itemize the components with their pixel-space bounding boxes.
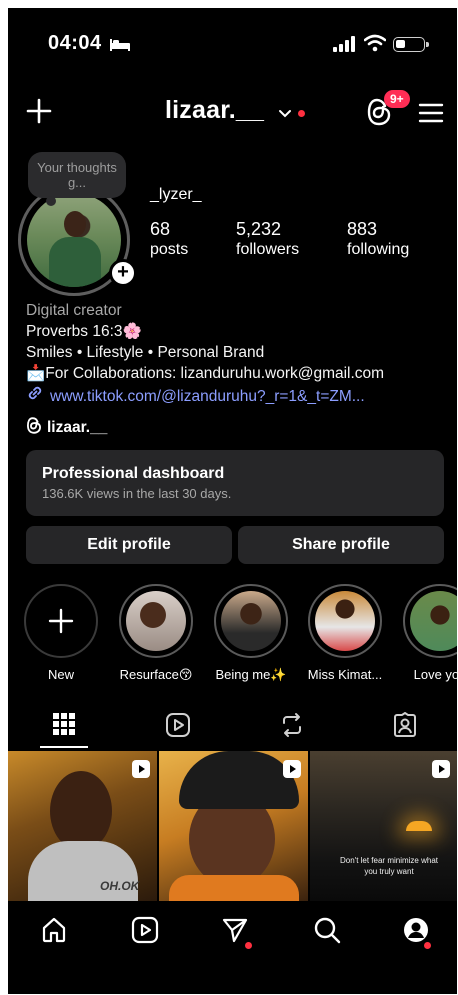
wifi-icon <box>363 34 387 57</box>
edit-profile-button[interactable]: Edit profile <box>26 526 232 564</box>
status-time: 04:04 <box>48 32 102 54</box>
highlight-miss-kimat[interactable]: Miss Kimat... <box>306 584 384 682</box>
highlight-label: Miss Kimat... <box>307 667 383 682</box>
posts-grid: OH.OK Don't let fear minimize what you t… <box>8 751 457 901</box>
following-count: 883 <box>347 219 378 239</box>
bio-line: 📩For Collaborations: lizanduruhu.work@gm… <box>26 365 385 382</box>
highlight-being-me[interactable]: Being me✨ <box>212 584 290 683</box>
hamburger-menu-icon[interactable] <box>418 102 444 129</box>
highlight-label: New <box>47 667 74 682</box>
highlight-label: Resurface😚 <box>119 667 193 682</box>
chevron-down-icon[interactable] <box>278 106 292 124</box>
highlight-new[interactable]: New <box>22 584 100 682</box>
sleep-focus-icon <box>109 38 131 57</box>
note-bubble[interactable]: Your thoughts g... <box>28 152 126 206</box>
plus-icon <box>26 586 96 656</box>
highlight-love-you[interactable]: Love you <box>401 584 457 682</box>
highlight-resurface[interactable]: Resurface😚 <box>117 584 195 683</box>
post-photo-subject <box>50 771 112 851</box>
tagged-tab-icon[interactable] <box>392 711 418 743</box>
profile-header: lizaar.__ 9+ <box>8 88 457 138</box>
highlight-cover <box>315 591 375 651</box>
profile-avatar[interactable]: + <box>18 184 137 296</box>
home-icon[interactable] <box>40 916 68 949</box>
post-photo-subject <box>179 751 299 809</box>
following-label: following <box>347 241 410 258</box>
highlight-ring <box>214 584 288 658</box>
active-tab-indicator <box>40 746 88 748</box>
highlight-ring <box>119 584 193 658</box>
search-icon[interactable] <box>313 916 341 949</box>
cellular-signal-icon <box>333 36 355 57</box>
phone-screen: 04:04 lizaar.__ 9+ + Your thoughts g... … <box>8 8 457 994</box>
profile-display-name: _lyzer_ <box>150 186 202 203</box>
bottom-navigation <box>8 904 457 994</box>
following-stat[interactable]: 883 following <box>347 218 409 260</box>
notification-badge: 9+ <box>384 90 410 108</box>
profile-tabs <box>8 708 457 750</box>
reel-indicator-icon <box>131 759 151 784</box>
dashboard-subtitle: 136.6K views in the last 30 days. <box>42 486 232 501</box>
highlight-cover <box>221 591 281 651</box>
highlight-ring <box>308 584 382 658</box>
avatar-photo <box>27 193 121 287</box>
reel-indicator-icon <box>282 759 302 784</box>
threads-handle-text: lizaar.__ <box>47 419 108 436</box>
account-switcher-username[interactable]: lizaar.__ <box>165 96 264 125</box>
reels-tab-icon[interactable] <box>165 712 191 743</box>
bio-line: Smiles • Lifestyle • Personal Brand <box>26 344 265 361</box>
post-photo-subject <box>169 875 299 901</box>
highlight-ring <box>403 584 457 658</box>
threads-profile-link[interactable]: lizaar.__ <box>26 417 107 439</box>
grid-post[interactable]: OH.OK <box>8 751 157 901</box>
followers-label: followers <box>236 241 300 258</box>
grid-post[interactable]: Don't let fear minimize what you truly w… <box>310 751 457 901</box>
unread-dot <box>298 110 305 117</box>
post-photo-sunset <box>406 821 432 831</box>
bio-link-text[interactable]: www.tiktok.com/@lizanduruhu?_r=1&_t=ZM..… <box>50 386 365 407</box>
post-overlay-text: Don't let fear minimize what you truly w… <box>339 856 438 876</box>
highlight-cover <box>410 591 457 651</box>
highlight-label: Being me✨ <box>215 667 287 682</box>
grid-tab-icon[interactable] <box>52 712 76 741</box>
post-photo-text: OH.OK <box>100 879 140 893</box>
highlight-cover <box>126 591 186 651</box>
bio-line: Proverbs 16:3🌸 <box>26 323 142 340</box>
add-story-plus-icon[interactable]: + <box>109 259 137 287</box>
share-profile-button[interactable]: Share profile <box>238 526 444 564</box>
profile-nav-dot <box>424 942 431 949</box>
reposts-tab-icon[interactable] <box>279 712 305 743</box>
create-plus-icon[interactable] <box>26 98 52 129</box>
link-chain-icon <box>26 384 44 408</box>
reel-indicator-icon <box>431 759 451 784</box>
highlight-new-circle <box>24 584 98 658</box>
battery-icon <box>393 37 429 52</box>
posts-stat[interactable]: 68 posts <box>150 218 188 260</box>
posts-count: 68 <box>150 219 171 239</box>
posts-label: posts <box>150 241 189 258</box>
followers-stat[interactable]: 5,232 followers <box>236 218 299 260</box>
highlight-label: Love you <box>413 667 457 682</box>
messages-unread-dot <box>245 942 252 949</box>
bio-link[interactable]: www.tiktok.com/@lizanduruhu?_r=1&_t=ZM..… <box>26 384 384 408</box>
grid-post[interactable] <box>159 751 308 901</box>
profile-bio: Digital creator Proverbs 16:3🌸 Smiles • … <box>26 300 384 408</box>
status-bar: 04:04 <box>8 32 457 62</box>
profile-category: Digital creator <box>26 302 122 319</box>
dashboard-title: Professional dashboard <box>42 465 225 482</box>
followers-count: 5,232 <box>236 219 282 239</box>
threads-small-icon <box>26 417 42 439</box>
reels-nav-icon[interactable] <box>131 916 159 949</box>
professional-dashboard-card[interactable]: Professional dashboard 136.6K views in t… <box>26 450 444 516</box>
